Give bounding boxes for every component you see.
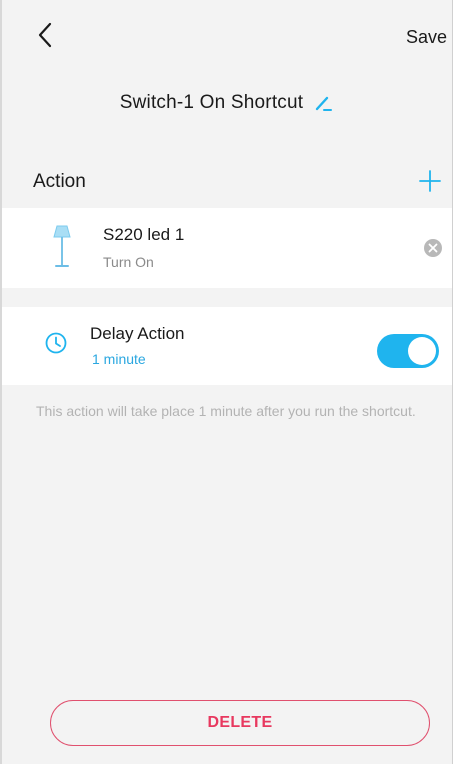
title-row: Switch-1 On Shortcut <box>0 88 453 118</box>
toggle-knob <box>408 337 436 365</box>
page-title: Switch-1 On Shortcut <box>119 92 304 113</box>
delete-button-label: DELETE <box>207 714 273 731</box>
device-name: S220 led 1 <box>103 225 185 244</box>
clear-icon <box>424 239 442 257</box>
device-action-item[interactable]: S220 led 1 Turn On <box>2 208 452 288</box>
edit-title-button[interactable] <box>313 93 333 113</box>
clock-icon <box>44 331 68 355</box>
back-button[interactable] <box>30 20 60 50</box>
save-button[interactable]: Save <box>406 27 447 48</box>
delay-note: This action will take place 1 minute aft… <box>36 403 416 419</box>
plus-icon <box>419 170 441 192</box>
delay-action-item: Delay Action 1 minute <box>2 307 452 385</box>
chevron-left-icon <box>38 22 52 48</box>
delay-duration-link[interactable]: 1 minute <box>92 351 146 367</box>
add-action-button[interactable] <box>417 168 443 194</box>
delay-action-title: Delay Action <box>90 324 185 343</box>
floor-lamp-icon <box>51 223 73 273</box>
action-section-label: Action <box>33 171 86 192</box>
remove-action-button[interactable] <box>424 239 442 257</box>
top-bar: Save <box>0 0 453 80</box>
device-state: Turn On <box>103 254 154 270</box>
delay-action-toggle[interactable] <box>377 334 439 368</box>
delete-button[interactable]: DELETE <box>50 700 430 746</box>
pencil-icon <box>316 96 333 111</box>
action-section-header: Action <box>0 162 453 202</box>
